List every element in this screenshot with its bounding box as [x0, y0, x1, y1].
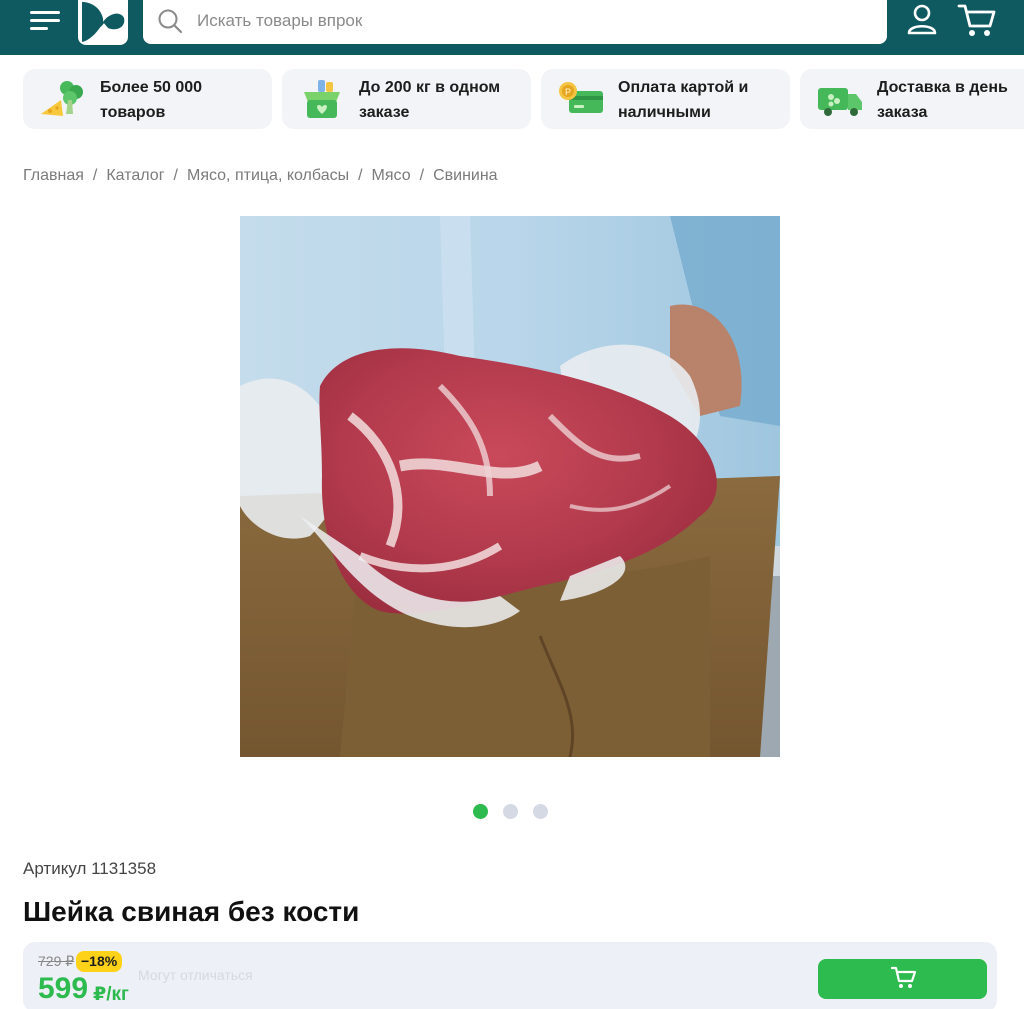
- price-panel: 729 ₽ −18% Могут отличаться 599 ₽/кг: [23, 942, 997, 1009]
- price-note: Могут отличаться: [138, 967, 253, 983]
- card-coin-icon: P: [557, 78, 605, 120]
- delivery-truck-icon: [816, 78, 864, 120]
- breadcrumb-item-pork[interactable]: Свинина: [433, 167, 498, 185]
- search-bar: [143, 0, 887, 44]
- feature-card-payment: P Оплата картой и наличными: [541, 69, 790, 129]
- product-image[interactable]: [240, 216, 780, 757]
- grocery-box-icon: [298, 78, 346, 120]
- breadcrumb-item-catalog[interactable]: Каталог: [106, 167, 164, 185]
- search-icon[interactable]: [157, 8, 183, 34]
- cart-icon[interactable]: [956, 2, 998, 40]
- feature-card-delivery: Доставка в день заказа: [800, 69, 1024, 129]
- product-title: Шейка свиная без кости: [23, 896, 360, 927]
- feature-text: Более 50 000 товаров: [100, 79, 203, 121]
- feature-text: Оплата картой и наличными: [618, 79, 749, 121]
- breadcrumb-separator: /: [173, 167, 178, 184]
- breadcrumb-item-home[interactable]: Главная: [23, 167, 84, 185]
- gallery-dot-1[interactable]: [473, 804, 488, 819]
- user-icon[interactable]: [903, 2, 941, 38]
- feature-card-weight: До 200 кг в одном заказе: [282, 69, 531, 129]
- breadcrumb-separator: /: [92, 167, 98, 184]
- breadcrumb-item-meat[interactable]: Мясо: [372, 167, 411, 185]
- gallery-pagination: [473, 804, 553, 819]
- gallery-dot-3[interactable]: [533, 804, 548, 819]
- product-article: Артикул 1131358: [23, 859, 157, 878]
- cart-icon: [891, 966, 917, 988]
- top-header: [0, 0, 1024, 55]
- logo-icon[interactable]: [78, 0, 128, 45]
- breadcrumb-separator: /: [358, 167, 363, 184]
- old-price: 729 ₽: [38, 953, 75, 969]
- price-unit: ₽/кг: [93, 984, 129, 1005]
- discount-badge: −18%: [76, 951, 123, 972]
- menu-icon[interactable]: [30, 8, 60, 34]
- svg-text:P: P: [565, 87, 571, 97]
- feature-card-assortment: Более 50 000 товаров: [23, 69, 272, 129]
- feature-text: Доставка в день заказа: [877, 79, 1008, 121]
- breadcrumb-item-meat-poultry[interactable]: Мясо, птица, колбасы: [187, 167, 349, 185]
- gallery-dot-2[interactable]: [503, 804, 518, 819]
- feature-text: До 200 кг в одном заказе: [359, 79, 501, 121]
- search-input[interactable]: [197, 6, 857, 36]
- current-price: 599: [38, 972, 89, 1005]
- breadcrumb: Главная / Каталог / Мясо, птица, колбасы…: [23, 165, 498, 187]
- broccoli-cheese-icon: [39, 78, 87, 120]
- add-to-cart-button[interactable]: [818, 959, 987, 999]
- breadcrumb-separator: /: [419, 167, 425, 184]
- features-strip: Более 50 000 товаров До 200 кг в одном з…: [23, 69, 1024, 129]
